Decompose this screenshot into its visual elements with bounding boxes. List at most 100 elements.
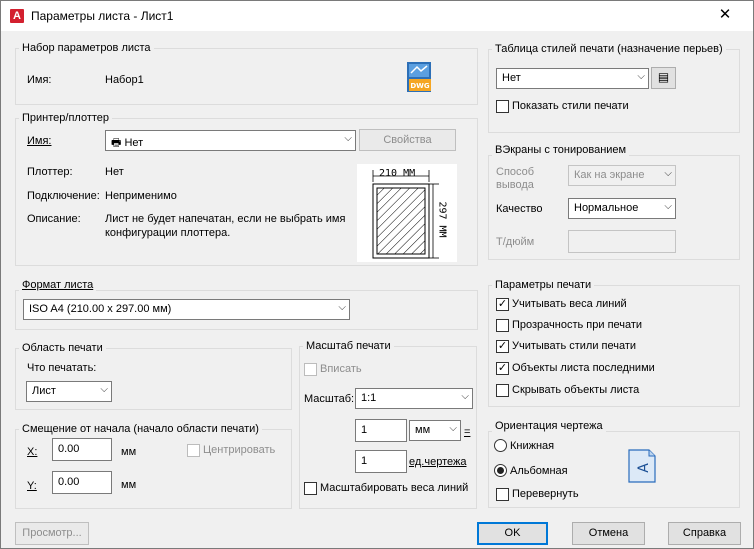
center-plot-checkbox[interactable] bbox=[187, 444, 200, 457]
chevron-down-icon: ⌵ bbox=[664, 201, 672, 212]
what-to-plot-value: Лист bbox=[32, 385, 56, 397]
scale-unit-combo[interactable]: мм ⌵ bbox=[409, 420, 461, 441]
dpi-input[interactable] bbox=[568, 230, 676, 253]
connection-value: Неприменимо bbox=[105, 190, 177, 202]
close-icon[interactable]: ✕ bbox=[717, 7, 733, 23]
dpi-label: Т/дюйм bbox=[496, 236, 535, 248]
title-bar: A Параметры листа - Лист1 ✕ bbox=[1, 1, 753, 31]
plot-with-styles-label: Учитывать стили печати bbox=[512, 340, 637, 352]
printer-name-label-text: Имя: bbox=[27, 135, 52, 147]
orientation-icon-letter: A bbox=[636, 463, 652, 473]
printer-name-value: Нет bbox=[124, 137, 144, 149]
shade-plot-label-line2: вывода bbox=[496, 179, 534, 191]
display-plot-styles-checkbox[interactable] bbox=[496, 100, 509, 113]
offset-y-unit: мм bbox=[121, 479, 137, 491]
landscape-label: Альбомная bbox=[510, 465, 568, 477]
landscape-radio[interactable] bbox=[494, 464, 507, 477]
properties-button[interactable]: Свойства bbox=[359, 129, 456, 151]
fit-to-paper-checkbox[interactable] bbox=[304, 363, 317, 376]
shade-plot-combo[interactable]: Как на экране ⌵ bbox=[568, 165, 676, 186]
hide-paperspace-objects-label: Скрывать объекты листа bbox=[512, 384, 640, 396]
chevron-down-icon: ⌵ bbox=[461, 391, 469, 402]
paper-size-combo[interactable]: ISO A4 (210.00 x 297.00 мм) ⌵ bbox=[23, 299, 350, 320]
plot-transparency-checkbox[interactable] bbox=[496, 319, 509, 332]
plotter-value: Нет bbox=[105, 166, 124, 178]
orientation-preview-icon: A bbox=[627, 448, 657, 484]
what-to-plot-label: Что печатать: bbox=[27, 362, 97, 374]
plot-style-value: Нет bbox=[502, 72, 521, 84]
shade-plot-value: Как на экране bbox=[574, 169, 645, 181]
plot-style-combo[interactable]: Нет ⌵ bbox=[496, 68, 649, 89]
quality-value: Нормальное bbox=[574, 202, 639, 214]
scale-inches-input[interactable]: 1 bbox=[355, 419, 407, 442]
cancel-button[interactable]: Отмена bbox=[572, 522, 645, 545]
plot-offset-group-label: Смещение от начала (начало области печат… bbox=[19, 423, 262, 435]
portrait-label: Книжная bbox=[510, 440, 555, 452]
equals-sign: = bbox=[464, 426, 471, 438]
plotter-label: Плоттер: bbox=[27, 166, 73, 178]
plot-with-styles-checkbox[interactable]: ✓ bbox=[496, 340, 509, 353]
plot-area-group-label: Область печати bbox=[19, 342, 106, 354]
offset-x-input[interactable]: 0.00 bbox=[52, 438, 112, 461]
plot-transparency-label: Прозрачность при печати bbox=[512, 319, 643, 331]
dialog-title: Параметры листа - Лист1 bbox=[31, 9, 174, 23]
plot-style-table-group bbox=[488, 49, 740, 133]
hide-paperspace-objects-checkbox[interactable] bbox=[496, 384, 509, 397]
scale-units-input[interactable]: 1 bbox=[355, 450, 407, 473]
quality-label: Качество bbox=[496, 203, 543, 215]
plot-upside-down-checkbox[interactable] bbox=[496, 488, 509, 501]
chevron-down-icon: ⌵ bbox=[449, 423, 457, 434]
printer-name-combo[interactable]: 🖶 Нет ⌵ bbox=[105, 130, 356, 151]
offset-y-label: Y: bbox=[27, 480, 37, 492]
preset-name-label: Имя: bbox=[27, 74, 52, 86]
plot-upside-down-label: Перевернуть bbox=[512, 488, 579, 500]
autocad-app-icon: A bbox=[10, 9, 24, 23]
printer-icon: 🖶 bbox=[111, 137, 122, 149]
printer-group-label: Принтер/плоттер bbox=[19, 112, 113, 124]
offset-y-input[interactable]: 0.00 bbox=[52, 471, 112, 494]
edit-plot-style-button[interactable]: ▤ bbox=[651, 67, 676, 89]
display-plot-styles-label: Показать стили печати bbox=[512, 100, 629, 112]
scale-lineweights-checkbox[interactable] bbox=[304, 482, 317, 495]
chevron-down-icon: ⌵ bbox=[637, 71, 645, 82]
printer-name-label: Имя: bbox=[27, 135, 51, 147]
orientation-group-label: Ориентация чертежа bbox=[492, 420, 606, 432]
chevron-down-icon: ⌵ bbox=[338, 302, 346, 313]
offset-x-label: X: bbox=[27, 446, 38, 458]
drawing-units-label: ед.чертежа bbox=[409, 456, 467, 468]
plot-paperspace-last-checkbox[interactable]: ✓ bbox=[496, 362, 509, 375]
offset-x-unit: мм bbox=[121, 446, 137, 458]
plot-lineweights-checkbox[interactable]: ✓ bbox=[496, 298, 509, 311]
dwg-icon-text: DWG bbox=[410, 82, 430, 90]
plot-scale-group-label: Масштаб печати bbox=[303, 340, 394, 352]
help-button[interactable]: Справка bbox=[668, 522, 741, 545]
description-line-1: Лист не будет напечатан, если не выбрать… bbox=[105, 213, 346, 225]
chevron-down-icon: ⌵ bbox=[664, 168, 672, 179]
paper-preview: 210 ММ 297 ММ bbox=[357, 164, 457, 262]
what-to-plot-combo[interactable]: Лист ⌵ bbox=[26, 381, 112, 402]
description-label: Описание: bbox=[27, 213, 81, 225]
center-plot-label: Центрировать bbox=[203, 444, 276, 456]
shaded-viewport-group-label: ВЭкраны с тонированием bbox=[492, 144, 630, 156]
preset-name-value: Набор1 bbox=[105, 74, 144, 86]
scale-unit-value: мм bbox=[415, 424, 431, 436]
preview-width-label: 210 ММ bbox=[379, 168, 416, 179]
paper-size-group-label: Формат листа bbox=[19, 279, 97, 291]
preview-height-label: 297 ММ bbox=[436, 201, 448, 238]
preview-button[interactable]: Просмотр... bbox=[15, 522, 89, 545]
plot-style-table-group-label: Таблица стилей печати (назначение перьев… bbox=[492, 43, 726, 55]
shade-plot-label-line1: Способ bbox=[496, 166, 535, 178]
plot-paperspace-last-label: Объекты листа последними bbox=[512, 362, 655, 374]
scale-lineweights-label: Масштабировать веса линий bbox=[320, 482, 469, 494]
description-line-2: конфигурации плоттера. bbox=[105, 227, 231, 239]
page-setup-group-label: Набор параметров листа bbox=[19, 42, 154, 54]
plot-lineweights-label: Учитывать веса линий bbox=[512, 298, 627, 310]
portrait-radio[interactable] bbox=[494, 439, 507, 452]
plot-options-group-label: Параметры печати bbox=[492, 279, 595, 291]
scale-combo[interactable]: 1:1 ⌵ bbox=[355, 388, 473, 409]
quality-combo[interactable]: Нормальное ⌵ bbox=[568, 198, 676, 219]
paper-size-group-label-text: Формат листа bbox=[22, 279, 94, 291]
ok-button[interactable]: OK bbox=[477, 522, 548, 545]
dwg-file-icon: DWG bbox=[405, 61, 433, 93]
scale-value: 1:1 bbox=[361, 392, 377, 404]
